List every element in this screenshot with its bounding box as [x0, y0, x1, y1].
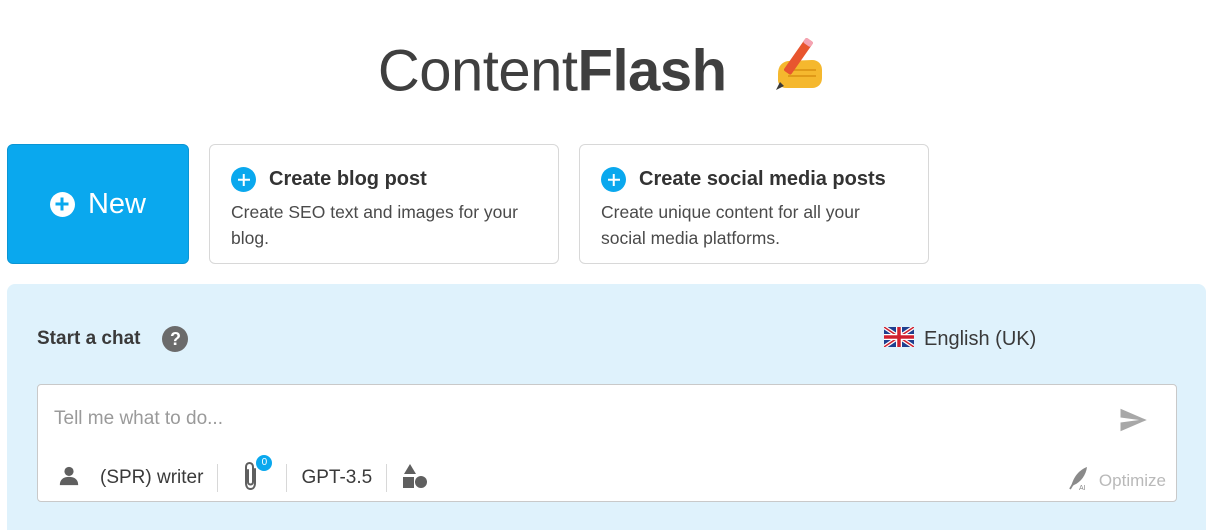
toolbar-divider	[286, 464, 288, 492]
attachment-button[interactable]: 0	[240, 454, 273, 496]
language-label: English (UK)	[924, 328, 1037, 350]
plus-circle-icon	[231, 167, 256, 192]
question-circle-icon[interactable]: ?	[162, 326, 189, 352]
svg-text:AI: AI	[1079, 485, 1086, 491]
logo-text-content: Content	[377, 38, 578, 104]
chat-panel: Start a chat ? English (UK) (SPR) wri	[7, 284, 1206, 530]
toolbar-divider	[217, 464, 219, 492]
chat-header: Start a chat ?	[37, 326, 189, 352]
card-title: Create social media posts	[639, 168, 886, 190]
logo-text-flash: Flash	[577, 38, 728, 104]
optimize-label: Optimize	[1098, 470, 1166, 490]
app-logo: ContentFlash	[0, 36, 1206, 114]
optimize-button[interactable]: AI Optimize	[1067, 465, 1166, 496]
feather-ai-icon: AI	[1067, 465, 1091, 496]
card-description: Create SEO text and images for your blog…	[231, 202, 518, 248]
attachment-count-badge: 0	[256, 454, 273, 471]
new-button-label: New	[87, 187, 146, 220]
language-selector[interactable]: English (UK)	[882, 325, 1037, 352]
shapes-icon	[401, 462, 429, 495]
model-selector[interactable]: GPT-3.5	[301, 467, 372, 489]
send-icon[interactable]	[1118, 405, 1148, 435]
uk-flag-icon	[882, 325, 916, 352]
person-icon	[58, 465, 80, 492]
persona-label: (SPR) writer	[100, 467, 204, 488]
chat-toolbar: (SPR) writer 0 GPT-3.5	[58, 454, 429, 496]
card-description: Create unique content for all your socia…	[601, 202, 860, 248]
plus-circle-icon	[601, 167, 626, 192]
model-label: GPT-3.5	[301, 467, 373, 488]
chat-heading: Start a chat	[37, 328, 141, 349]
writing-hand-icon	[764, 30, 828, 108]
chat-input[interactable]	[54, 405, 1094, 433]
shapes-button[interactable]	[401, 462, 429, 495]
toolbar-divider	[386, 464, 388, 492]
card-title: Create blog post	[269, 168, 427, 190]
plus-circle-icon	[49, 191, 75, 217]
persona-selector[interactable]: (SPR) writer	[58, 465, 203, 492]
create-social-posts-card[interactable]: Create social media posts Create unique …	[579, 144, 929, 264]
create-blog-post-card[interactable]: Create blog post Create SEO text and ima…	[209, 144, 559, 264]
new-button[interactable]: New	[7, 144, 189, 264]
chat-input-box: (SPR) writer 0 GPT-3.5 AI	[37, 384, 1177, 502]
